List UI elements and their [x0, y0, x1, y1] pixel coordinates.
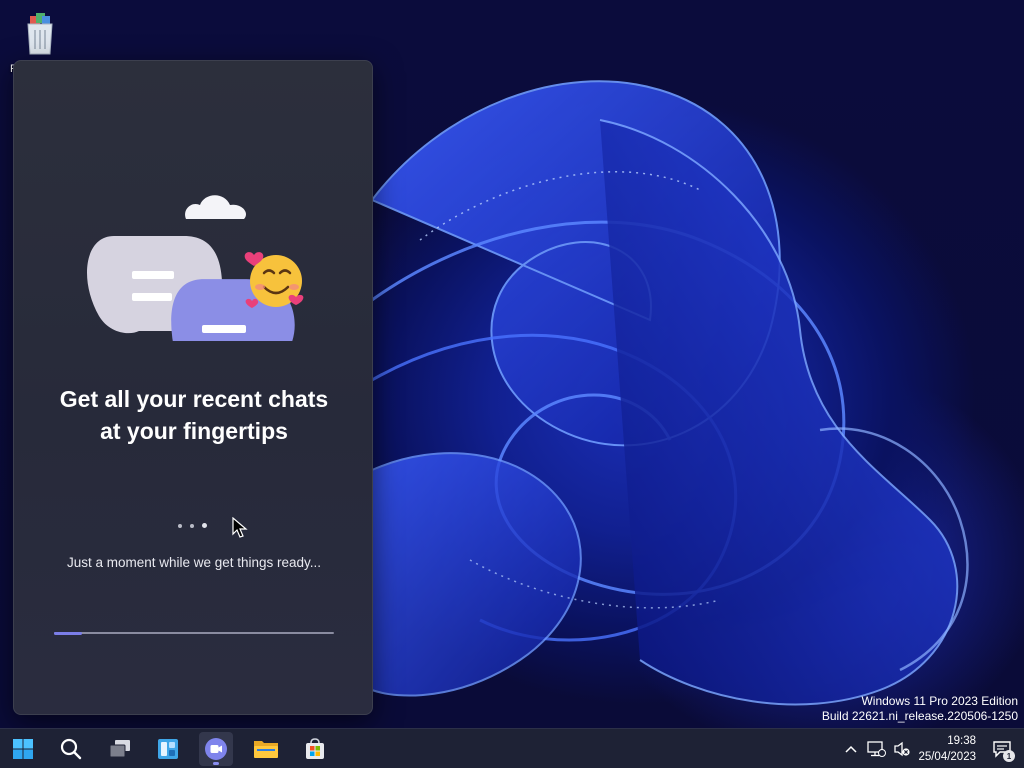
loading-dot: [190, 523, 194, 528]
loading-progress-bar: [54, 631, 334, 635]
widgets-button[interactable]: [151, 732, 185, 766]
network-icon: [867, 741, 886, 757]
smiling-face-with-hearts-icon: [244, 252, 304, 308]
windows-logo-icon: [13, 739, 33, 759]
volume-button[interactable]: [892, 739, 912, 759]
notification-count-badge: 1: [1003, 750, 1015, 762]
build-text: Build 22621.ni_release.220506-1250: [821, 709, 1018, 723]
search-icon: [60, 738, 82, 760]
task-view-button[interactable]: [103, 732, 137, 766]
progress-fill: [54, 631, 82, 635]
mouse-cursor-icon: [232, 517, 248, 538]
clock-date: 25/04/2023: [918, 751, 976, 763]
edition-text: Windows 11 Pro 2023 Edition: [861, 694, 1018, 708]
windows-edition-watermark: Windows 11 Pro 2023 Edition Build 22621.…: [822, 694, 1018, 724]
loading-message: Just a moment while we get things ready.…: [66, 555, 322, 570]
store-icon: [306, 738, 324, 759]
start-button[interactable]: [6, 732, 40, 766]
speaker-muted-icon: [894, 741, 910, 757]
show-hidden-icons-button[interactable]: [842, 739, 860, 759]
network-status-button[interactable]: [865, 739, 887, 759]
taskbar: 19:38 25/04/2023 1: [0, 728, 1024, 768]
flyout-headline: Get all your recent chats at your fingert…: [59, 386, 329, 444]
folder-icon: [254, 741, 278, 758]
file-explorer-button[interactable]: [249, 732, 283, 766]
cloud-icon: [185, 195, 247, 219]
chevron-up-icon: [845, 745, 857, 753]
search-button[interactable]: [54, 732, 88, 766]
chat-flyout: Get all your recent chats at your fingert…: [13, 60, 373, 715]
loading-dot: [178, 523, 182, 528]
clock-time: 19:38: [947, 735, 976, 747]
loading-dot: [202, 523, 207, 528]
widgets-icon: [158, 739, 178, 759]
chat-button[interactable]: [199, 732, 233, 766]
microsoft-store-button[interactable]: [298, 732, 332, 766]
task-view-icon: [109, 740, 130, 758]
loading-dots: [178, 515, 218, 528]
teams-chat-icon: [205, 738, 227, 760]
taskbar-clock[interactable]: 19:38 25/04/2023: [918, 733, 976, 765]
recycle-bin-icon: [27, 13, 53, 55]
chat-illustration: [87, 195, 304, 341]
